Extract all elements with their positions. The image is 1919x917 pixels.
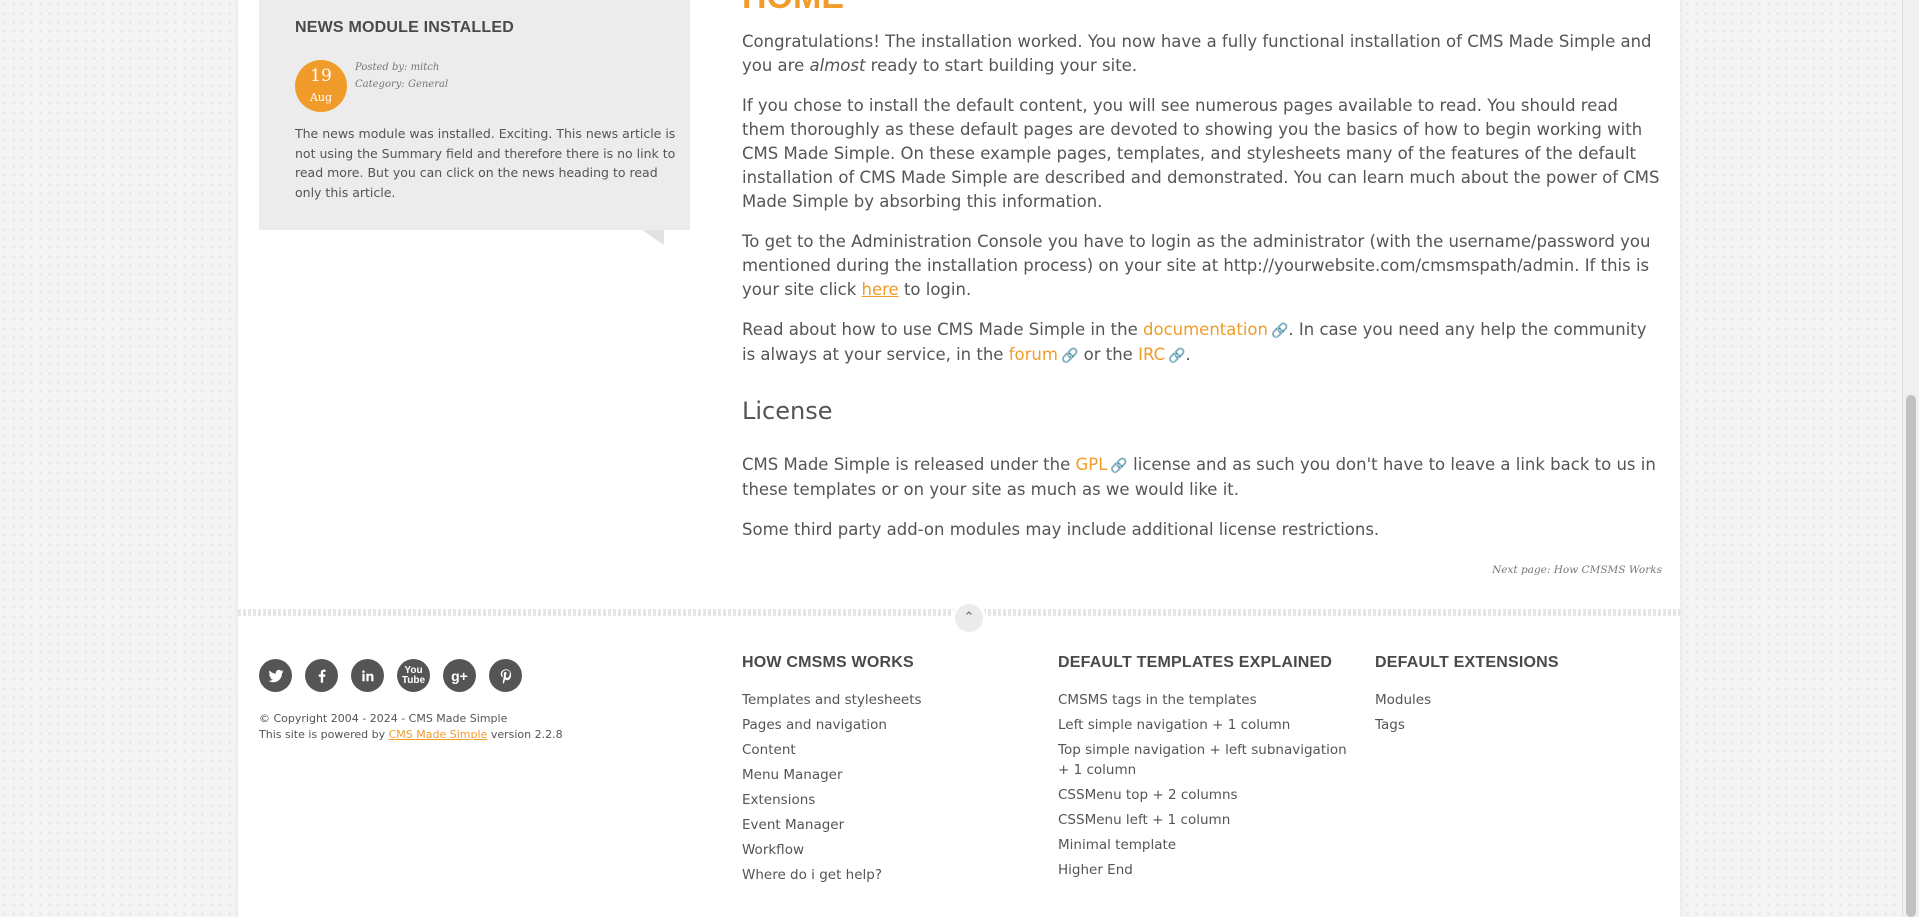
external-link-icon: 🔗: [1168, 348, 1186, 364]
intro-paragraph: Congratulations! The installation worked…: [742, 30, 1662, 78]
default-content-paragraph: If you chose to install the default cont…: [742, 96, 1660, 211]
next-page-link[interactable]: Next page: How CMSMS Works: [1492, 564, 1662, 576]
date-day: 19: [310, 66, 332, 86]
footer-link[interactable]: Where do i get help?: [742, 865, 1032, 885]
documentation-link-label: documentation: [1143, 320, 1268, 339]
news-body: The news module was installed. Exciting.…: [295, 126, 676, 200]
footer-link[interactable]: Minimal template: [1058, 835, 1348, 855]
intro-emphasis: almost: [809, 56, 866, 75]
footer-link[interactable]: Tags: [1375, 715, 1665, 735]
footer-link[interactable]: Extensions: [742, 790, 1032, 810]
news-author: Posted by: mitch: [355, 62, 440, 73]
news-meta: Posted by: mitch Category: General: [355, 59, 448, 93]
irc-link[interactable]: IRC 🔗: [1138, 345, 1185, 364]
back-to-top-button[interactable]: ⌃: [952, 601, 986, 635]
footer-link[interactable]: CMSMS tags in the templates: [1058, 690, 1348, 710]
forum-link[interactable]: forum 🔗: [1009, 345, 1079, 364]
help-text: Read about how to use CMS Made Simple in…: [742, 320, 1143, 339]
forum-link-label: forum: [1008, 345, 1058, 364]
date-badge: 19 Aug: [295, 60, 347, 112]
news-category: Category: General: [355, 79, 449, 90]
twitter-icon[interactable]: [259, 659, 292, 692]
page-container: NEWS MODULE INSTALLED 19 Aug Posted by: …: [238, 0, 1680, 917]
footer-col-title[interactable]: DEFAULT TEMPLATES EXPLAINED: [1058, 654, 1348, 672]
external-link-icon: 🔗: [1060, 348, 1079, 364]
restrictions-paragraph: Some third party add-on modules may incl…: [742, 520, 1380, 539]
license-paragraph: CMS Made Simple is released under the GP…: [742, 453, 1662, 502]
license-text: CMS Made Simple is released under the: [742, 455, 1076, 474]
chevron-up-icon: ⌃: [963, 610, 975, 625]
intro-text-end: ready to start building your site.: [865, 56, 1138, 75]
facebook-icon[interactable]: [305, 659, 338, 692]
license-heading: License: [742, 397, 833, 425]
footer-col-default-templates: DEFAULT TEMPLATES EXPLAINED CMSMS tags i…: [1058, 654, 1348, 885]
gpl-link-label: GPL: [1075, 455, 1108, 474]
news-box: NEWS MODULE INSTALLED 19 Aug Posted by: …: [259, 0, 690, 230]
footer-col-how-cmsms-works: HOW CMSMS WORKS Templates and stylesheet…: [742, 654, 1032, 890]
footer-link[interactable]: Modules: [1375, 690, 1665, 710]
version-text: version 2.2.8: [487, 728, 563, 741]
footer-link[interactable]: Event Manager: [742, 815, 1032, 835]
irc-link-label: IRC: [1138, 345, 1166, 364]
googleplus-icon[interactable]: g+: [443, 659, 476, 692]
news-fold-decoration: [642, 230, 664, 245]
footer-link[interactable]: Higher End: [1058, 860, 1348, 880]
social-links: You Tube g+: [259, 659, 522, 692]
powered-by-prefix: This site is powered by: [259, 728, 389, 741]
admin-here-link[interactable]: here: [862, 280, 899, 299]
admin-paragraph: To get to the Administration Console you…: [742, 230, 1662, 302]
linkedin-icon[interactable]: [351, 659, 384, 692]
vertical-scrollbar[interactable]: [1902, 0, 1919, 917]
powered-by-text: This site is powered by CMS Made Simple …: [259, 727, 563, 743]
pinterest-icon[interactable]: [489, 659, 522, 692]
admin-text-end: to login.: [898, 280, 972, 299]
external-link-icon: 🔗: [1270, 323, 1289, 339]
cms-made-simple-link[interactable]: CMS Made Simple: [389, 728, 488, 741]
copyright-block: © Copyright 2004 - 2024 - CMS Made Simpl…: [259, 711, 563, 743]
footer-link[interactable]: Pages and navigation: [742, 715, 1032, 735]
help-paragraph: Read about how to use CMS Made Simple in…: [742, 318, 1662, 368]
footer-link[interactable]: Templates and stylesheets: [742, 690, 1032, 710]
date-month: Aug: [309, 91, 333, 104]
documentation-link[interactable]: documentation 🔗: [1143, 320, 1288, 339]
footer-link[interactable]: Top simple navigation + left subnavigati…: [1058, 740, 1348, 780]
footer-link[interactable]: CSSMenu left + 1 column: [1058, 810, 1348, 830]
copyright-text: © Copyright 2004 - 2024 - CMS Made Simpl…: [259, 712, 508, 725]
news-title[interactable]: NEWS MODULE INSTALLED: [295, 19, 514, 37]
external-link-icon: 🔗: [1110, 458, 1128, 474]
gpl-link[interactable]: GPL 🔗: [1075, 455, 1127, 474]
footer-link[interactable]: Content: [742, 740, 1032, 760]
footer-link[interactable]: CSSMenu top + 2 columns: [1058, 785, 1348, 805]
page-title: HOME: [742, 0, 844, 17]
youtube-icon[interactable]: You Tube: [397, 659, 430, 692]
footer-link[interactable]: Left simple navigation + 1 column: [1058, 715, 1348, 735]
footer-col-title[interactable]: DEFAULT EXTENSIONS: [1375, 654, 1665, 672]
scrollbar-thumb[interactable]: [1906, 395, 1916, 917]
footer-col-title[interactable]: HOW CMSMS WORKS: [742, 654, 1032, 672]
footer-col-default-extensions: DEFAULT EXTENSIONS Modules Tags: [1375, 654, 1665, 740]
footer-link[interactable]: Menu Manager: [742, 765, 1032, 785]
help-text-3: or the: [1078, 345, 1139, 364]
footer-link[interactable]: Workflow: [742, 840, 1032, 860]
help-text-end: .: [1185, 345, 1191, 364]
